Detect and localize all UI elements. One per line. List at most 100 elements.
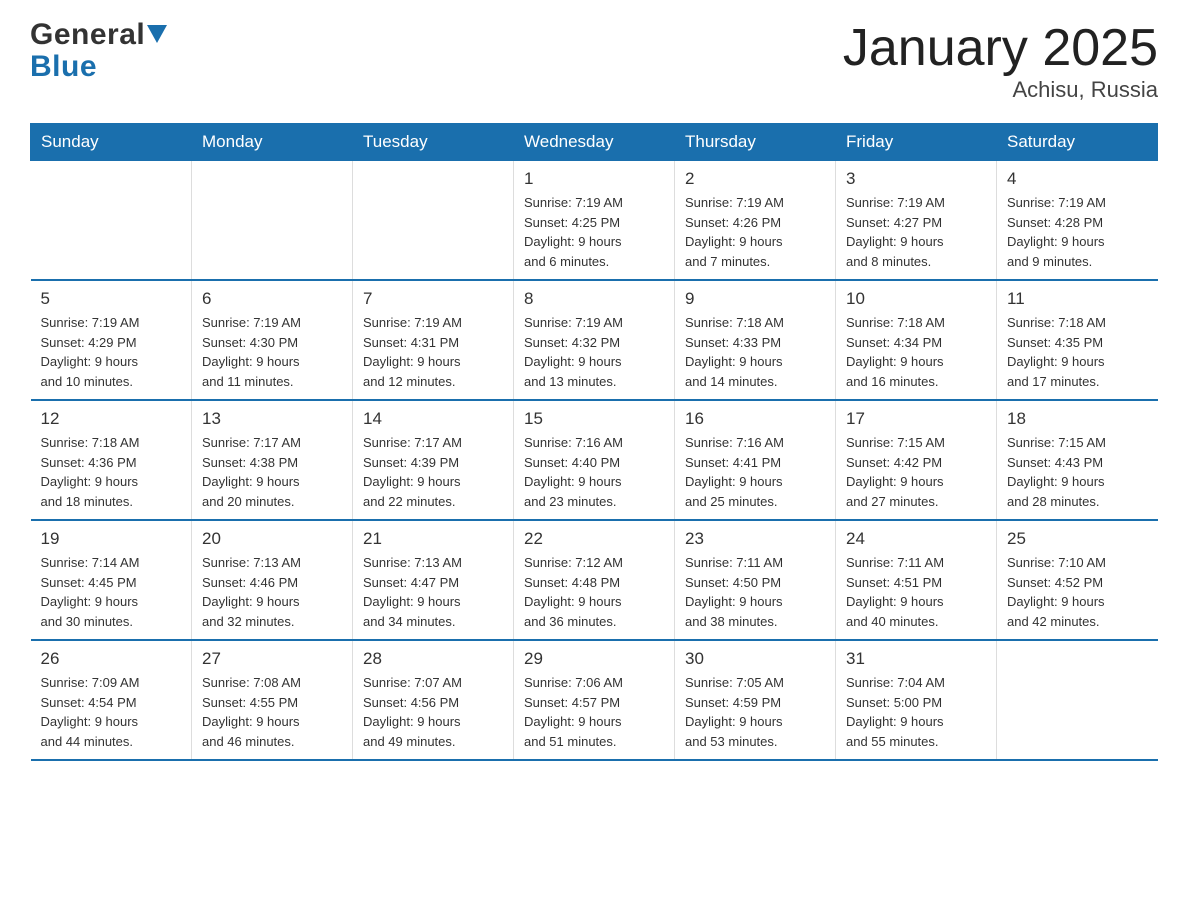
day-number: 25 (1007, 529, 1148, 549)
day-info: Sunrise: 7:19 AMSunset: 4:32 PMDaylight:… (524, 313, 664, 391)
day-info: Sunrise: 7:08 AMSunset: 4:55 PMDaylight:… (202, 673, 342, 751)
table-row (192, 161, 353, 281)
day-info: Sunrise: 7:13 AMSunset: 4:47 PMDaylight:… (363, 553, 503, 631)
table-row (353, 161, 514, 281)
calendar-header-row: Sunday Monday Tuesday Wednesday Thursday… (31, 124, 1158, 161)
day-info: Sunrise: 7:11 AMSunset: 4:51 PMDaylight:… (846, 553, 986, 631)
day-number: 22 (524, 529, 664, 549)
table-row: 19 Sunrise: 7:14 AMSunset: 4:45 PMDayligh… (31, 520, 192, 640)
day-info: Sunrise: 7:19 AMSunset: 4:26 PMDaylight:… (685, 193, 825, 271)
page-header: General Blue January 2025 Achisu, Russia (30, 20, 1158, 103)
table-row: 15Sunrise: 7:16 AMSunset: 4:40 PMDayligh… (514, 400, 675, 520)
table-row: 2 Sunrise: 7:19 AMSunset: 4:26 PMDaylight… (675, 161, 836, 281)
calendar-week-row: 5 Sunrise: 7:19 AMSunset: 4:29 PMDaylight… (31, 280, 1158, 400)
col-friday: Friday (836, 124, 997, 161)
table-row: 30Sunrise: 7:05 AMSunset: 4:59 PMDayligh… (675, 640, 836, 760)
day-number: 30 (685, 649, 825, 669)
table-row: 31 Sunrise: 7:04 AMSunset: 5:00 PMDayligh… (836, 640, 997, 760)
table-row: 4Sunrise: 7:19 AMSunset: 4:28 PMDaylight… (997, 161, 1158, 281)
day-info: Sunrise: 7:09 AMSunset: 4:54 PMDaylight:… (41, 673, 182, 751)
logo: General Blue (30, 20, 167, 84)
col-thursday: Thursday (675, 124, 836, 161)
day-info: Sunrise: 7:15 AMSunset: 4:43 PMDaylight:… (1007, 433, 1148, 511)
table-row: 13 Sunrise: 7:17 AMSunset: 4:38 PMDayligh… (192, 400, 353, 520)
table-row: 27 Sunrise: 7:08 AMSunset: 4:55 PMDayligh… (192, 640, 353, 760)
day-number: 8 (524, 289, 664, 309)
table-row: 23 Sunrise: 7:11 AMSunset: 4:50 PMDayligh… (675, 520, 836, 640)
logo-blue-text: Blue (30, 50, 97, 83)
table-row (31, 161, 192, 281)
day-number: 7 (363, 289, 503, 309)
day-number: 23 (685, 529, 825, 549)
table-row: 9Sunrise: 7:18 AMSunset: 4:33 PMDaylight… (675, 280, 836, 400)
col-wednesday: Wednesday (514, 124, 675, 161)
day-number: 10 (846, 289, 986, 309)
logo-triangle-icon (147, 25, 167, 43)
calendar-table: Sunday Monday Tuesday Wednesday Thursday… (30, 123, 1158, 761)
day-info: Sunrise: 7:07 AMSunset: 4:56 PMDaylight:… (363, 673, 503, 751)
day-info: Sunrise: 7:16 AMSunset: 4:41 PMDaylight:… (685, 433, 825, 511)
table-row: 3 Sunrise: 7:19 AMSunset: 4:27 PMDaylight… (836, 161, 997, 281)
day-number: 1 (524, 169, 664, 189)
day-info: Sunrise: 7:12 AMSunset: 4:48 PMDaylight:… (524, 553, 664, 631)
day-info: Sunrise: 7:14 AMSunset: 4:45 PMDaylight:… (41, 553, 182, 631)
table-row: 21Sunrise: 7:13 AMSunset: 4:47 PMDayligh… (353, 520, 514, 640)
day-number: 12 (41, 409, 182, 429)
day-info: Sunrise: 7:18 AMSunset: 4:36 PMDaylight:… (41, 433, 182, 511)
day-number: 31 (846, 649, 986, 669)
day-number: 13 (202, 409, 342, 429)
day-info: Sunrise: 7:18 AMSunset: 4:35 PMDaylight:… (1007, 313, 1148, 391)
day-number: 6 (202, 289, 342, 309)
day-info: Sunrise: 7:17 AMSunset: 4:38 PMDaylight:… (202, 433, 342, 511)
calendar-title: January 2025 (843, 20, 1158, 77)
day-info: Sunrise: 7:19 AMSunset: 4:29 PMDaylight:… (41, 313, 182, 391)
table-row: 14Sunrise: 7:17 AMSunset: 4:39 PMDayligh… (353, 400, 514, 520)
day-info: Sunrise: 7:10 AMSunset: 4:52 PMDaylight:… (1007, 553, 1148, 631)
table-row: 8 Sunrise: 7:19 AMSunset: 4:32 PMDaylight… (514, 280, 675, 400)
day-number: 17 (846, 409, 986, 429)
day-number: 27 (202, 649, 342, 669)
day-info: Sunrise: 7:19 AMSunset: 4:30 PMDaylight:… (202, 313, 342, 391)
calendar-week-row: 26 Sunrise: 7:09 AMSunset: 4:54 PMDayligh… (31, 640, 1158, 760)
day-number: 2 (685, 169, 825, 189)
day-info: Sunrise: 7:18 AMSunset: 4:34 PMDaylight:… (846, 313, 986, 391)
logo-general-text: General (30, 20, 145, 50)
table-row: 29 Sunrise: 7:06 AMSunset: 4:57 PMDayligh… (514, 640, 675, 760)
day-number: 26 (41, 649, 182, 669)
title-block: January 2025 Achisu, Russia (843, 20, 1158, 103)
day-number: 28 (363, 649, 503, 669)
table-row: 28 Sunrise: 7:07 AMSunset: 4:56 PMDayligh… (353, 640, 514, 760)
col-tuesday: Tuesday (353, 124, 514, 161)
day-info: Sunrise: 7:04 AMSunset: 5:00 PMDaylight:… (846, 673, 986, 751)
day-number: 16 (685, 409, 825, 429)
table-row: 6 Sunrise: 7:19 AMSunset: 4:30 PMDaylight… (192, 280, 353, 400)
day-info: Sunrise: 7:19 AMSunset: 4:25 PMDaylight:… (524, 193, 664, 271)
calendar-week-row: 19 Sunrise: 7:14 AMSunset: 4:45 PMDayligh… (31, 520, 1158, 640)
day-info: Sunrise: 7:06 AMSunset: 4:57 PMDaylight:… (524, 673, 664, 751)
day-number: 3 (846, 169, 986, 189)
col-monday: Monday (192, 124, 353, 161)
calendar-week-row: 1 Sunrise: 7:19 AMSunset: 4:25 PMDaylight… (31, 161, 1158, 281)
day-info: Sunrise: 7:19 AMSunset: 4:27 PMDaylight:… (846, 193, 986, 271)
calendar-body: 1 Sunrise: 7:19 AMSunset: 4:25 PMDaylight… (31, 161, 1158, 761)
table-row: 20Sunrise: 7:13 AMSunset: 4:46 PMDayligh… (192, 520, 353, 640)
day-number: 29 (524, 649, 664, 669)
table-row: 22 Sunrise: 7:12 AMSunset: 4:48 PMDayligh… (514, 520, 675, 640)
day-number: 5 (41, 289, 182, 309)
day-info: Sunrise: 7:19 AMSunset: 4:28 PMDaylight:… (1007, 193, 1148, 271)
day-number: 15 (524, 409, 664, 429)
table-row: 11 Sunrise: 7:18 AMSunset: 4:35 PMDayligh… (997, 280, 1158, 400)
day-number: 14 (363, 409, 503, 429)
table-row: 25 Sunrise: 7:10 AMSunset: 4:52 PMDayligh… (997, 520, 1158, 640)
col-sunday: Sunday (31, 124, 192, 161)
table-row: 12 Sunrise: 7:18 AMSunset: 4:36 PMDayligh… (31, 400, 192, 520)
table-row: 1 Sunrise: 7:19 AMSunset: 4:25 PMDaylight… (514, 161, 675, 281)
calendar-subtitle: Achisu, Russia (843, 77, 1158, 103)
day-number: 24 (846, 529, 986, 549)
day-info: Sunrise: 7:15 AMSunset: 4:42 PMDaylight:… (846, 433, 986, 511)
day-number: 11 (1007, 289, 1148, 309)
day-info: Sunrise: 7:11 AMSunset: 4:50 PMDaylight:… (685, 553, 825, 631)
table-row (997, 640, 1158, 760)
col-saturday: Saturday (997, 124, 1158, 161)
day-number: 19 (41, 529, 182, 549)
